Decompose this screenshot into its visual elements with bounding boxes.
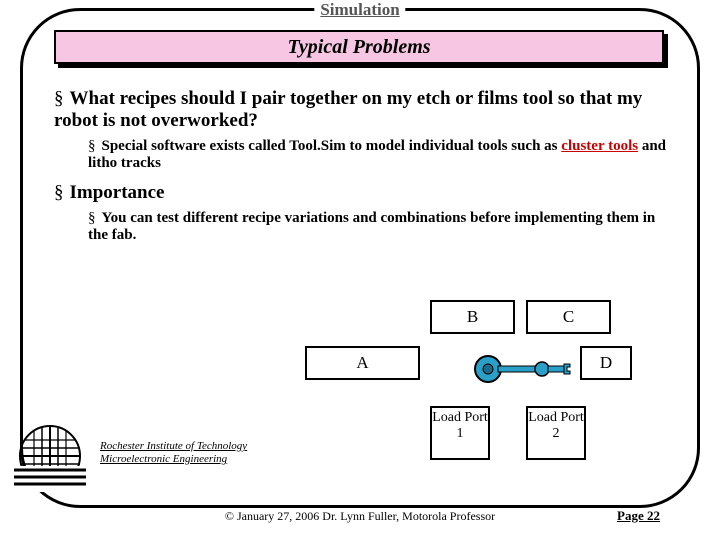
bullet-marker: § bbox=[54, 88, 64, 109]
bullet-2-sub-text: You can test different recipe variations… bbox=[88, 210, 655, 243]
footer-inst-line2: Microelectronic Engineering bbox=[100, 453, 247, 466]
globe-logo-icon bbox=[14, 420, 86, 492]
cluster-tools-link[interactable]: cluster tools bbox=[561, 138, 638, 154]
footer-copyright: © January 27, 2006 Dr. Lynn Fuller, Moto… bbox=[0, 509, 720, 524]
bullet-marker: § bbox=[88, 210, 96, 226]
bullet-marker: § bbox=[88, 138, 96, 154]
bullet-marker: § bbox=[54, 182, 64, 203]
chamber-b: B bbox=[430, 300, 515, 334]
load-port-1: Load Port 1 bbox=[430, 406, 490, 460]
load-port-2: Load Port 2 bbox=[526, 406, 586, 460]
footer-page-number: Page 22 bbox=[617, 508, 660, 524]
page-header: Simulation bbox=[314, 0, 405, 20]
footer-institution: Rochester Institute of Technology Microe… bbox=[100, 440, 247, 466]
footer-inst-line1: Rochester Institute of Technology bbox=[100, 440, 247, 453]
cluster-tool-diagram: B C A D Load Port 1 Load Port 2 bbox=[280, 300, 650, 470]
chamber-a: A bbox=[305, 346, 420, 380]
chamber-c: C bbox=[526, 300, 611, 334]
bullet-1-text: What recipes should I pair together on m… bbox=[54, 88, 642, 131]
robot-arm-icon bbox=[470, 354, 580, 384]
bullet-1: §What recipes should I pair together on … bbox=[54, 88, 674, 132]
bullet-2-sub: §You can test different recipe variation… bbox=[88, 210, 674, 244]
subtitle-box: Typical Problems bbox=[54, 30, 666, 68]
bullet-2-text: Importance bbox=[70, 182, 165, 203]
chamber-d: D bbox=[580, 346, 632, 380]
content-area: §What recipes should I pair together on … bbox=[54, 88, 674, 254]
subtitle-text: Typical Problems bbox=[54, 30, 664, 64]
bullet-1-sub-prefix: Special software exists called Tool.Sim … bbox=[102, 138, 562, 154]
bullet-1-sub: § Special software exists called Tool.Sim… bbox=[88, 138, 674, 172]
bullet-2: § Importance bbox=[54, 182, 674, 204]
